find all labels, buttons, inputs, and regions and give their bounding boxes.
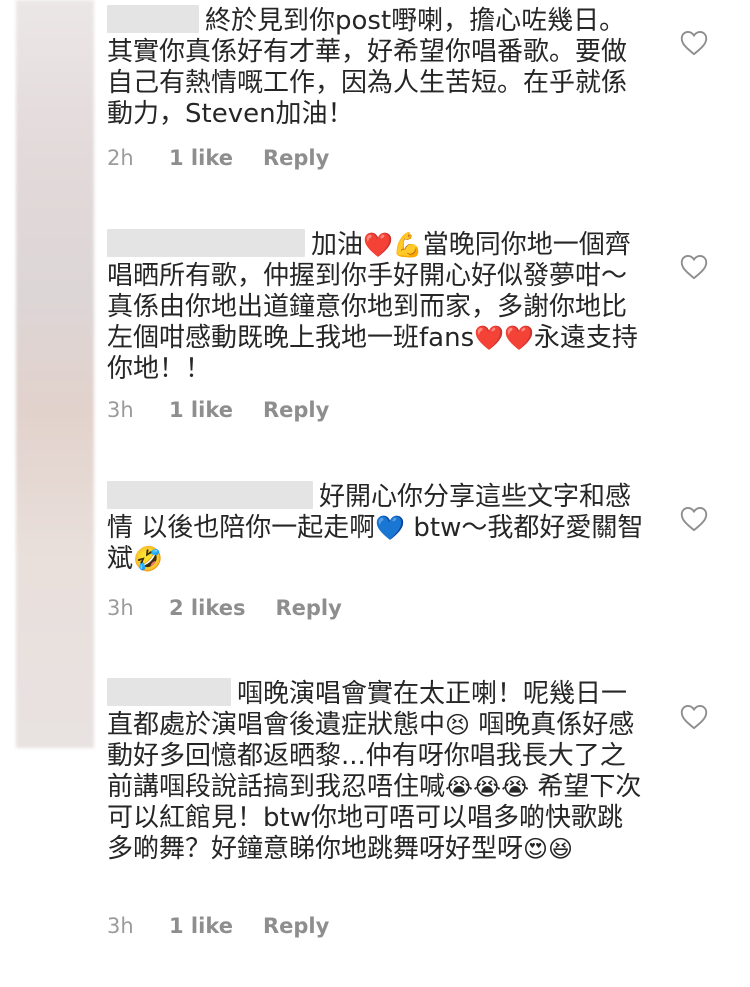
blue-heart-emoji: 💙 (375, 514, 406, 542)
comment-text: 終於見到你post嘢喇，擔心咗幾日。其實你真係好有才華，好希望你唱番歌。要做自己… (107, 5, 628, 129)
red-heart-emoji: ❤️ (474, 324, 505, 352)
comment-time: 3h (107, 914, 134, 938)
redacted-username[interactable] (107, 481, 313, 509)
comment-meta: 3h 2 likes Reply (107, 596, 342, 620)
comment-text: 加油❤️💪當晚同你地一個齊唱晒所有歌，仲握到你手好開心好似發夢咁～真係由你地出道… (107, 229, 638, 384)
crying-face-emoji: 😭 (501, 773, 530, 801)
reply-button[interactable]: Reply (263, 398, 329, 422)
like-heart-icon[interactable] (680, 254, 708, 280)
comment-time: 3h (107, 398, 134, 422)
likes-count[interactable]: 1 like (169, 146, 233, 170)
flexed-biceps-emoji: 💪 (392, 231, 423, 259)
redacted-username[interactable] (107, 229, 305, 257)
like-heart-icon[interactable] (680, 506, 708, 532)
redacted-username[interactable] (107, 678, 231, 706)
like-heart-icon[interactable] (680, 704, 708, 730)
comment-time: 3h (107, 596, 134, 620)
persevering-face-emoji: 😣 (445, 711, 471, 739)
red-heart-emoji: ❤️ (363, 231, 393, 259)
crying-face-emoji: 😭 (473, 773, 502, 801)
like-heart-icon[interactable] (680, 30, 708, 56)
red-heart-emoji: ❤️ (504, 324, 534, 352)
comment-text: 好開心你分享這些文字和感情 以後也陪你一起走啊💙 btw～我都好愛關智斌🤣 (107, 481, 644, 574)
redacted-username[interactable] (107, 5, 199, 33)
likes-count[interactable]: 1 like (169, 398, 233, 422)
comment-meta: 3h 1 like Reply (107, 914, 329, 938)
reply-button[interactable]: Reply (263, 914, 329, 938)
reply-button[interactable]: Reply (275, 596, 341, 620)
likes-count[interactable]: 2 likes (169, 596, 245, 620)
reply-button[interactable]: Reply (263, 146, 329, 170)
avatar-column-blurred (16, 0, 94, 748)
comment-meta: 3h 1 like Reply (107, 398, 329, 422)
likes-count[interactable]: 1 like (169, 914, 233, 938)
comment-time: 2h (107, 146, 134, 170)
rolling-laughing-emoji: 🤣 (133, 545, 163, 573)
crying-face-emoji: 😭 (445, 773, 474, 801)
laughing-face-emoji: 😆 (548, 835, 574, 863)
heart-eyes-emoji: 😍 (523, 835, 549, 863)
comment-meta: 2h 1 like Reply (107, 146, 329, 170)
comment-text: 啯晚演唱會實在太正喇！呢幾日一直都處於演唱會後遺症狀態中😣 啯晚真係好感動好多回… (107, 678, 642, 864)
